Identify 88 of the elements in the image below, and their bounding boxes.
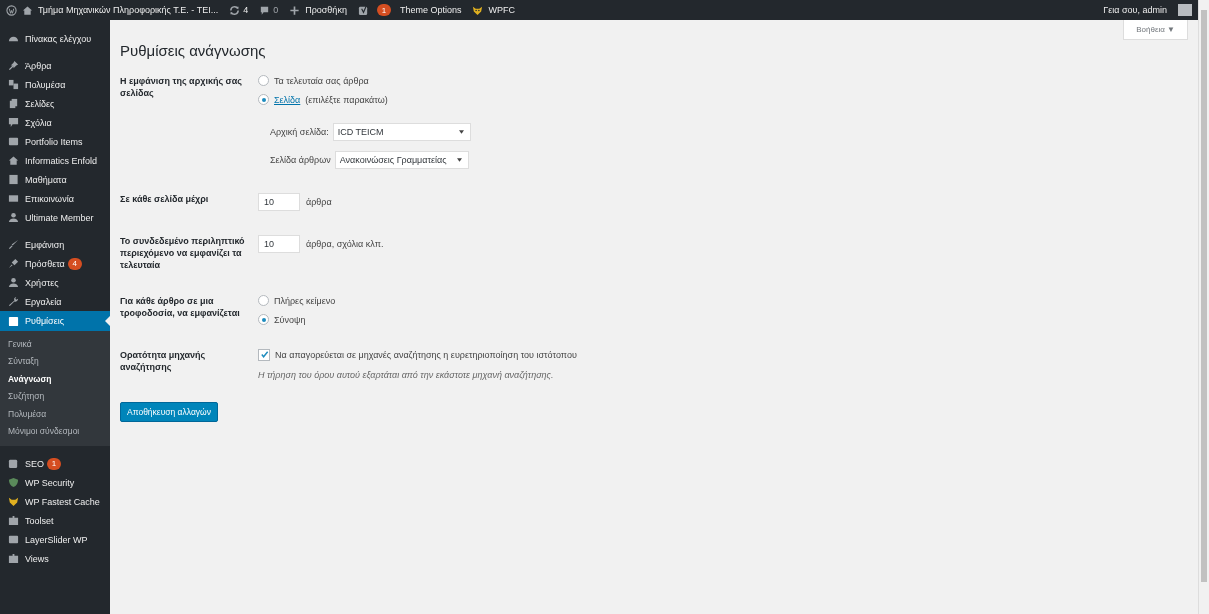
dropdown-arrow-icon: [456, 158, 462, 162]
sidebar-item[interactable]: WP Security: [0, 473, 110, 492]
radio-button[interactable]: [258, 295, 269, 306]
page-select[interactable]: Ανακοινώσεις Γραμματείας: [334, 151, 469, 169]
count-badge: 4: [67, 257, 82, 270]
folder-icon: [8, 515, 19, 526]
radio-button[interactable]: [258, 314, 269, 325]
submenu-item[interactable]: Συζήτηση: [0, 387, 110, 405]
comment-icon: [8, 117, 19, 128]
comment-icon: [259, 4, 271, 16]
sidebar-item[interactable]: SEO 1: [0, 454, 110, 473]
wpfc-link[interactable]: WPFC: [488, 5, 515, 15]
input-suffix: άρθρα, σχόλια κλπ.: [306, 239, 384, 249]
scrollbar[interactable]: [1198, 0, 1209, 614]
checkbox[interactable]: [258, 348, 270, 361]
option-text: (επιλέξτε παρακάτω): [305, 94, 388, 105]
theme-options-link[interactable]: Theme Options: [399, 5, 462, 15]
sidebar-item[interactable]: Εργαλεία: [0, 292, 110, 311]
refresh-icon: [229, 4, 241, 16]
sidebar-item[interactable]: Άρθρα: [0, 56, 110, 75]
shield-icon: [8, 477, 19, 488]
help-button[interactable]: Βοήθεια ▼: [1123, 20, 1188, 40]
sidebar-item[interactable]: Πρόσθετα 4: [0, 254, 110, 273]
cheetah-icon: [8, 496, 19, 507]
submenu-item[interactable]: Γενικά: [0, 335, 110, 353]
option-text: Σύνοψη: [274, 314, 306, 325]
select-label: Αρχική σελίδα:: [270, 127, 329, 137]
cheetah-icon: [472, 4, 484, 16]
plus-icon: [289, 4, 301, 16]
user-icon: [8, 212, 19, 223]
plug-icon: [8, 258, 19, 269]
sidebar-item[interactable]: Σελίδες: [0, 94, 110, 113]
submenu-item[interactable]: Πολυμέσα: [0, 405, 110, 423]
field-label: Ορατότητα μηχανής αναζήτησης: [120, 349, 207, 374]
media-icon: [8, 79, 19, 90]
page-select[interactable]: ICD TEICM: [332, 123, 471, 141]
sidebar-item[interactable]: WP Fastest Cache: [0, 492, 110, 511]
wrench-icon: [8, 296, 19, 307]
submenu-item[interactable]: Μόνιμοι σύνδεσμοι: [0, 422, 110, 440]
site-name-link[interactable]: Τμήμα Μηχανικών Πληροφορικής Τ.Ε. - ΤΕΙ...: [38, 5, 219, 15]
sidebar-item[interactable]: Ρυθμίσεις: [0, 311, 110, 331]
sidebar-item[interactable]: Χρήστες: [0, 273, 110, 292]
page-link[interactable]: Σελίδα: [274, 94, 301, 105]
submenu-item[interactable]: Ανάγνωση: [0, 370, 110, 388]
home-icon: [22, 4, 33, 16]
input-suffix: άρθρα: [306, 197, 332, 207]
sidebar-item[interactable]: Ultimate Member: [0, 208, 110, 227]
home-icon: [8, 155, 19, 166]
option-text: Τα τελευταία σας άρθρα: [274, 75, 369, 86]
sidebar-item[interactable]: Views: [0, 549, 110, 568]
checkbox-text: Να απαγορεύεται σε μηχανές αναζήτησης η ευρετηριοποίηση του ιστότοπου: [275, 349, 577, 360]
wordpress-logo-icon[interactable]: [6, 4, 17, 16]
field-label: Για κάθε άρθρο σε μια τροφοδοσία, να εμφανίζεται: [120, 295, 241, 320]
number-input[interactable]: 10: [258, 235, 300, 253]
sidebar-item[interactable]: Informatics Enfold: [0, 151, 110, 170]
save-button[interactable]: Αποθήκευση αλλαγών: [120, 402, 218, 422]
sidebar-item[interactable]: Εμφάνιση: [0, 235, 110, 254]
checkmark-icon: [259, 350, 269, 359]
sidebar-item[interactable]: Σχόλια: [0, 113, 110, 132]
field-label: Η εμφάνιση της αρχικής σας σελίδας: [120, 75, 243, 100]
submenu-item[interactable]: Σύνταξη: [0, 352, 110, 370]
sidebar-item[interactable]: Πίνακας ελέγχου: [0, 29, 110, 48]
radio-button[interactable]: [258, 94, 269, 105]
dropdown-arrow-icon: [458, 130, 464, 134]
sidebar-item[interactable]: Πολυμέσα: [0, 75, 110, 94]
field-description: Η τήρηση του όρου αυτού εξαρτάται από την εκάστοτε μηχανή αναζήτησης.: [258, 370, 555, 380]
sidebar-item[interactable]: Μαθήματα: [0, 170, 110, 189]
greeting-link[interactable]: Γεια σου, admin: [1103, 5, 1167, 15]
page-title: Ρυθμίσεις ανάγνωσης: [120, 42, 267, 59]
user-icon: [8, 277, 19, 288]
pages-icon: [8, 98, 19, 109]
field-label: Το συνδεδεμένο περιληπτικό περιεχόμενο να εμφανίζει τα τελευταία: [120, 235, 246, 271]
count-badge: 1: [47, 457, 61, 470]
sidebar-item[interactable]: Επικοινωνία: [0, 189, 110, 208]
option-text: Πλήρες κείμενο: [274, 295, 336, 306]
select-label: Σελίδα άρθρων: [270, 155, 331, 165]
seo-badge: 1: [376, 4, 391, 16]
pushpin-icon: [8, 60, 19, 71]
folder-icon: [8, 553, 19, 564]
number-input[interactable]: 10: [258, 193, 300, 211]
updates-count[interactable]: 4: [243, 5, 249, 15]
sidebar-item[interactable]: LayerSlider WP: [0, 530, 110, 549]
radio-button[interactable]: [258, 75, 269, 86]
sidebar-item[interactable]: Toolset: [0, 511, 110, 530]
sidebar-item[interactable]: Portfolio Items: [0, 132, 110, 151]
field-label: Σε κάθε σελίδα μέχρι: [120, 193, 210, 206]
new-link[interactable]: Προσθήκη: [305, 5, 347, 15]
comments-count[interactable]: 0: [273, 5, 279, 15]
